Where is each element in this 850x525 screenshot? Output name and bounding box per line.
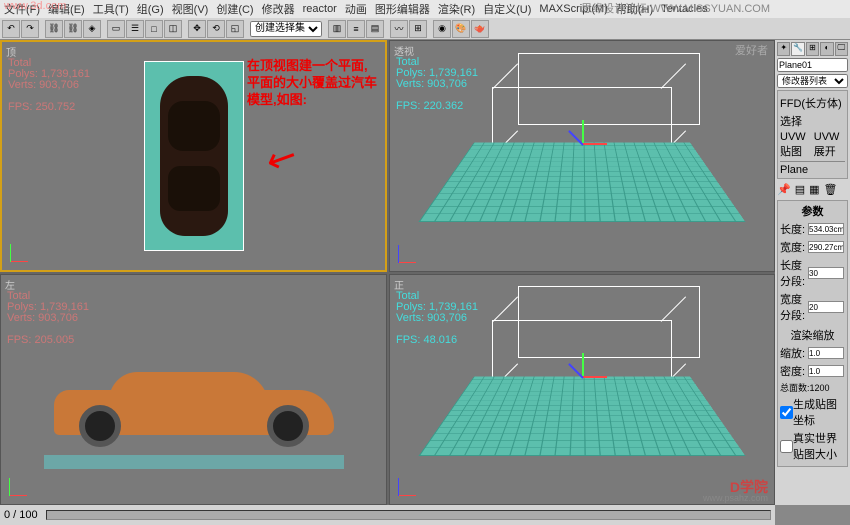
modifier-stack[interactable]: FFD(长方体) 选择 UVW 贴图 UVW 展开 Plane [777,90,848,179]
real-world-checkbox[interactable] [780,440,793,453]
object-name-field[interactable] [777,58,848,72]
menu-customize[interactable]: 自定义(U) [483,1,531,17]
pin-stack-button[interactable]: 📌 [777,183,791,196]
axis-tripod [398,466,428,496]
params-header: 参数 [780,203,845,219]
viewport-top[interactable]: 顶 TotalPolys: 1,739,161Verts: 903,706FPS… [0,40,387,272]
wheel-icon [267,405,309,447]
width-segs-spinner[interactable] [808,301,844,313]
unique-button[interactable]: ▦ [809,183,819,196]
mirror-button[interactable]: ▥ [328,20,346,38]
select-region-button[interactable]: □ [145,20,163,38]
rotate-button[interactable]: ⟲ [207,20,225,38]
annotation-arrow: ↙ [260,133,305,184]
viewport-front[interactable]: 正 TotalPolys: 1,739,161Verts: 903,706FPS… [389,274,775,505]
axis-tripod [9,466,39,496]
material-button[interactable]: ◉ [433,20,451,38]
plane-grid[interactable] [419,376,746,455]
display-tab[interactable]: 🖵 [835,42,848,56]
scale-button[interactable]: ◱ [226,20,244,38]
menu-reactor[interactable]: reactor [303,3,337,15]
menu-group[interactable]: 组(G) [137,1,164,17]
axis-tripod [398,233,428,263]
viewport-left[interactable]: 左 TotalPolys: 1,739,161Verts: 903,706FPS… [0,274,387,505]
move-button[interactable]: ✥ [188,20,206,38]
remove-button[interactable]: 🗑 [824,183,838,196]
render-setup-button[interactable]: 🎨 [452,20,470,38]
unlink-button[interactable]: ⛓ [64,20,82,38]
layers-button[interactable]: ▤ [366,20,384,38]
link-button[interactable]: ⛓ [45,20,63,38]
modifier-list-dropdown[interactable]: 修改器列表 [777,74,848,88]
watermark-topright: 思缘设计论坛 WWW.MISSYUAN.COM [581,0,770,16]
viewport-stats: TotalPolys: 1,739,161Verts: 903,706FPS: … [396,291,478,346]
schematic-button[interactable]: ⊞ [409,20,427,38]
gen-coords-checkbox[interactable] [780,406,793,419]
menu-views[interactable]: 视图(V) [172,1,209,17]
select-name-button[interactable]: ☰ [126,20,144,38]
create-tab[interactable]: ✦ [777,42,790,56]
hierarchy-tab[interactable]: ⊞ [806,42,819,56]
viewport-stats: TotalPolys: 1,739,161Verts: 903,706FPS: … [396,57,478,112]
axis-tripod [10,232,40,262]
annotation-text: 在顶视图建一个平面,平面的大小覆盖过汽车模型,如图: [247,57,377,108]
main-toolbar: ↶ ↷ ⛓ ⛓ ◈ ▭ ☰ □ ◫ ✥ ⟲ ◱ 创建选择集 ▥ ≡ ▤ 〰 ⊞ … [0,18,850,40]
wheel-icon [79,405,121,447]
length-spinner[interactable] [808,223,844,235]
menu-graph[interactable]: 图形编辑器 [375,1,430,17]
width-spinner[interactable] [808,241,844,253]
menu-modifiers[interactable]: 修改器 [262,1,295,17]
scale-spinner[interactable] [808,347,844,359]
render-button[interactable]: 🫖 [471,20,489,38]
watermark-topleft: www.3d.com [4,0,66,12]
command-panel: ✦ 🔧 ⊞ ◐ 🖵 修改器列表 FFD(长方体) 选择 UVW 贴图 UVW 展… [775,40,850,505]
menu-tools[interactable]: 工具(T) [93,1,129,17]
viewport-stats: TotalPolys: 1,739,161Verts: 903,706FPS: … [7,291,89,346]
density-spinner[interactable] [808,365,844,377]
car-model-side[interactable] [54,369,334,447]
viewport-container: 顶 TotalPolys: 1,739,161Verts: 903,706FPS… [0,40,775,505]
menu-create[interactable]: 创建(C) [216,1,253,17]
plane-side[interactable] [44,455,344,469]
select-button[interactable]: ▭ [107,20,125,38]
motion-tab[interactable]: ◐ [820,42,833,56]
car-model-top[interactable] [160,76,228,236]
watermark-topright2: 爱好者 [735,42,768,58]
menu-rendering[interactable]: 渲染(R) [438,1,475,17]
show-result-button[interactable]: ▤ [795,183,805,196]
frame-counter: 0 / 100 [4,509,38,521]
modify-tab[interactable]: 🔧 [791,42,804,56]
total-faces: 总面数:1200 [780,381,845,394]
length-segs-spinner[interactable] [808,267,844,279]
selection-set-dropdown[interactable]: 创建选择集 [250,21,322,37]
status-bar: 0 / 100 [0,505,775,525]
undo-button[interactable]: ↶ [2,20,20,38]
render-header: 渲染缩放 [780,327,845,343]
curve-editor-button[interactable]: 〰 [390,20,408,38]
menu-animation[interactable]: 动画 [345,1,367,17]
align-button[interactable]: ≡ [347,20,365,38]
bind-button[interactable]: ◈ [83,20,101,38]
redo-button[interactable]: ↷ [21,20,39,38]
window-crossing-button[interactable]: ◫ [164,20,182,38]
time-slider[interactable] [46,510,771,520]
viewport-stats: TotalPolys: 1,739,161Verts: 903,706FPS: … [8,58,90,113]
watermark-br2: www.psahz.com [703,493,768,503]
plane-grid[interactable] [419,142,746,221]
viewport-perspective[interactable]: 透视 TotalPolys: 1,739,161Verts: 903,706FP… [389,40,775,272]
